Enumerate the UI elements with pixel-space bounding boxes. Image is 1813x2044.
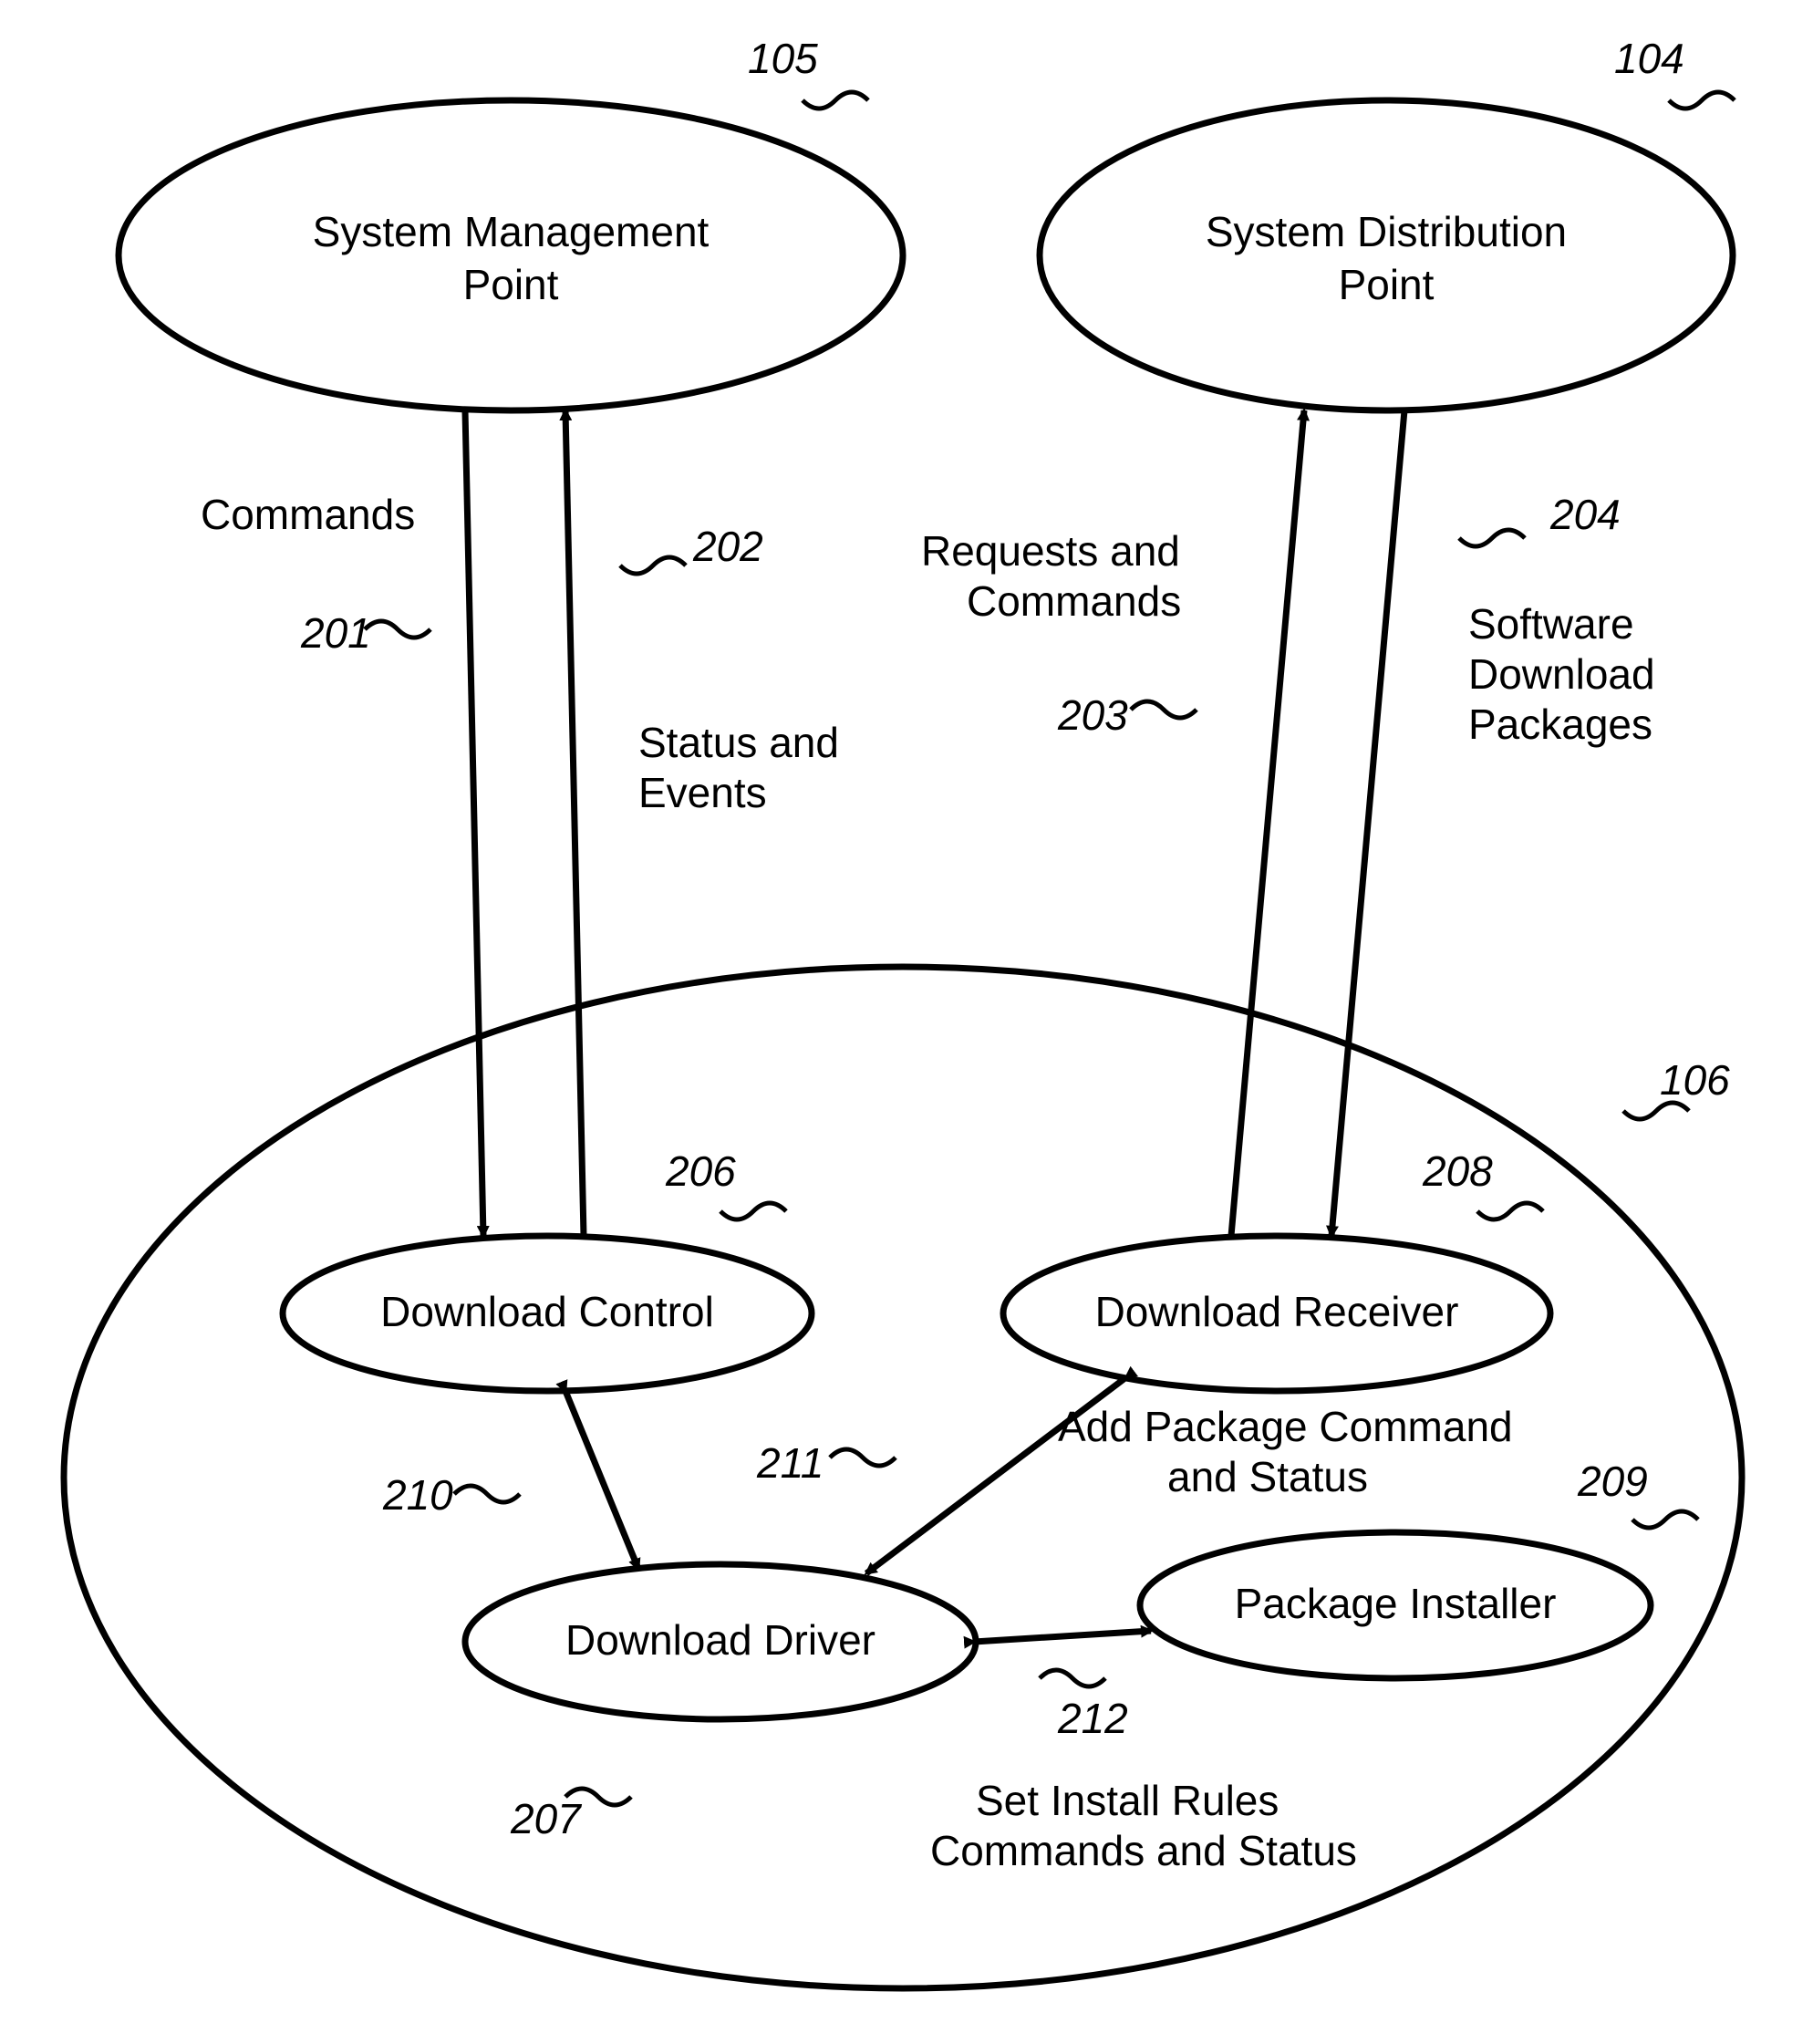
- label-install-rules-2: Commands and Status: [930, 1827, 1357, 1874]
- ref-105: 105: [748, 35, 818, 82]
- label-commands: Commands: [201, 491, 415, 538]
- node-dc-text: Download Control: [380, 1288, 714, 1335]
- node-smp-line2: Point: [463, 261, 559, 308]
- label-sw-pkgs-1: Software: [1468, 600, 1634, 648]
- ref-210: 210: [382, 1471, 453, 1519]
- edge-software-packages: [1331, 410, 1404, 1236]
- ref-203: 203: [1057, 691, 1128, 739]
- label-req-cmds-2: Commands: [967, 577, 1181, 625]
- ref-106: 106: [1660, 1056, 1730, 1104]
- label-add-pkg-1: Add Package Command: [1058, 1403, 1513, 1450]
- node-download-control: Download Control: [283, 1236, 812, 1391]
- node-dd-text: Download Driver: [565, 1616, 875, 1664]
- label-install-rules-1: Set Install Rules: [976, 1777, 1279, 1824]
- edge-status-events: [565, 410, 584, 1236]
- container-ellipse: [64, 967, 1742, 1988]
- label-req-cmds-1: Requests and: [921, 527, 1180, 575]
- ref-204: 204: [1549, 491, 1621, 538]
- node-sdp-line2: Point: [1339, 261, 1435, 308]
- node-system-management-point: System Management Point: [119, 100, 903, 410]
- node-download-receiver: Download Receiver: [1003, 1236, 1550, 1391]
- ref-208: 208: [1422, 1147, 1493, 1195]
- node-smp-line1: System Management: [313, 208, 710, 255]
- ref-201: 201: [300, 609, 371, 657]
- ref-207: 207: [510, 1795, 582, 1842]
- label-sw-pkgs-2: Download: [1468, 650, 1655, 698]
- ref-212: 212: [1057, 1695, 1128, 1742]
- edge-dc-dd: [565, 1391, 638, 1569]
- node-package-installer: Package Installer: [1140, 1532, 1651, 1678]
- node-download-driver: Download Driver: [465, 1564, 976, 1719]
- label-sw-pkgs-3: Packages: [1468, 700, 1652, 748]
- label-status-events-2: Events: [638, 769, 767, 816]
- node-system-distribution-point: System Distribution Point: [1040, 100, 1733, 410]
- label-status-events-1: Status and: [638, 719, 839, 766]
- node-dr-text: Download Receiver: [1095, 1288, 1459, 1335]
- edge-dd-pi: [974, 1631, 1151, 1642]
- ref-206: 206: [665, 1147, 736, 1195]
- ref-202: 202: [692, 523, 763, 570]
- edge-requests-commands: [1231, 410, 1304, 1236]
- node-pi-text: Package Installer: [1235, 1580, 1557, 1627]
- ref-211: 211: [756, 1439, 824, 1487]
- edge-commands: [465, 410, 483, 1236]
- ref-209: 209: [1577, 1458, 1648, 1505]
- label-add-pkg-2: and Status: [1167, 1453, 1368, 1500]
- node-sdp-line1: System Distribution: [1206, 208, 1567, 255]
- diagram-canvas: 106 System Management Point 105 System D…: [0, 0, 1813, 2044]
- ref-104: 104: [1614, 35, 1684, 82]
